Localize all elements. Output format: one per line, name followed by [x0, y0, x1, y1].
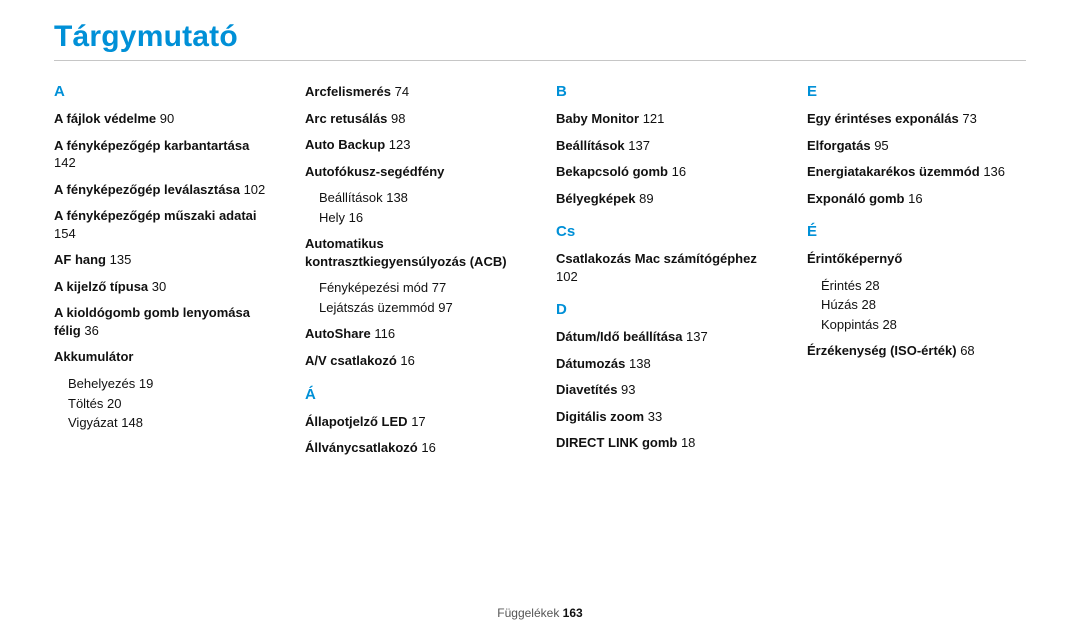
index-entry: Érzékenység (ISO-érték) 68: [807, 342, 1026, 360]
index-subentry: Húzás 28: [821, 296, 1026, 314]
index-entry: A kijelző típusa 30: [54, 278, 273, 296]
index-entry: Bekapcsoló gomb 16: [556, 163, 775, 181]
index-entry: Egy érintéses exponálás 73: [807, 110, 1026, 128]
section-letter-a: A: [54, 83, 273, 100]
index-subentry: Hely 16: [319, 209, 524, 227]
index-subentry: Beállítások 138: [319, 189, 524, 207]
index-entry: Arcfelismerés 74: [305, 83, 524, 101]
column-2: Arcfelismerés 74 Arc retusálás 98 Auto B…: [305, 83, 524, 466]
index-entry: Beállítások 137: [556, 137, 775, 155]
index-entry: Digitális zoom 33: [556, 408, 775, 426]
index-entry: Dátum/Idő beállítása 137: [556, 328, 775, 346]
index-entry: Állványcsatlakozó 16: [305, 439, 524, 457]
column-1: A A fájlok védelme 90 A fényképezőgép ka…: [54, 83, 273, 466]
page-title: Tárgymutató: [54, 20, 1026, 54]
column-4: E Egy érintéses exponálás 73 Elforgatás …: [807, 83, 1026, 466]
index-entry: A kioldógomb gomb lenyomása félig 36: [54, 304, 273, 339]
index-entry: AutoShare 116: [305, 325, 524, 343]
index-entry: Auto Backup 123: [305, 136, 524, 154]
section-letter-b: B: [556, 83, 775, 100]
index-entry: Arc retusálás 98: [305, 110, 524, 128]
index-entry: Állapotjelző LED 17: [305, 413, 524, 431]
index-entry: A/V csatlakozó 16: [305, 352, 524, 370]
index-entry: AF hang 135: [54, 251, 273, 269]
index-entry: Autofókusz-segédfény: [305, 163, 524, 181]
section-letter-e-acute: É: [807, 223, 1026, 240]
page-footer: Függelékek 163: [0, 606, 1080, 620]
index-entry: Csatlakozás Mac számítógéphez 102: [556, 250, 775, 285]
index-entry: A fényképezőgép műszaki adatai 154: [54, 207, 273, 242]
index-entry: Akkumulátor: [54, 348, 273, 366]
index-entry: Energiatakarékos üzemmód 136: [807, 163, 1026, 181]
index-entry: Automatikus kontrasztkiegyensúlyozás (AC…: [305, 235, 524, 270]
section-letter-d: D: [556, 301, 775, 318]
index-subentry: Lejátszás üzemmód 97: [319, 299, 524, 317]
index-subentry: Koppintás 28: [821, 316, 1026, 334]
index-subentry: Töltés 20: [68, 395, 273, 413]
footer-page-number: 163: [563, 606, 583, 620]
index-entry: DIRECT LINK gomb 18: [556, 434, 775, 452]
index-entry: Diavetítés 93: [556, 381, 775, 399]
footer-label: Függelékek: [497, 606, 559, 620]
index-subentry: Behelyezés 19: [68, 375, 273, 393]
index-subentry: Fényképezési mód 77: [319, 279, 524, 297]
index-entry: A fájlok védelme 90: [54, 110, 273, 128]
index-entry: Exponáló gomb 16: [807, 190, 1026, 208]
horizontal-rule: [54, 60, 1026, 61]
index-entry: A fényképezőgép karbantartása 142: [54, 137, 273, 172]
index-subentry: Érintés 28: [821, 277, 1026, 295]
index-entry: Elforgatás 95: [807, 137, 1026, 155]
index-entry: Baby Monitor 121: [556, 110, 775, 128]
index-columns: A A fájlok védelme 90 A fényképezőgép ka…: [54, 83, 1026, 466]
index-subentry: Vigyázat 148: [68, 414, 273, 432]
index-entry: Bélyegképek 89: [556, 190, 775, 208]
index-entry: Érintőképernyő: [807, 250, 1026, 268]
section-letter-e: E: [807, 83, 1026, 100]
index-entry: Dátumozás 138: [556, 355, 775, 373]
section-letter-cs: Cs: [556, 223, 775, 240]
index-page: Tárgymutató A A fájlok védelme 90 A fény…: [0, 0, 1080, 630]
index-entry: A fényképezőgép leválasztása 102: [54, 181, 273, 199]
section-letter-a-acute: Á: [305, 386, 524, 403]
column-3: B Baby Monitor 121 Beállítások 137 Bekap…: [556, 83, 775, 466]
